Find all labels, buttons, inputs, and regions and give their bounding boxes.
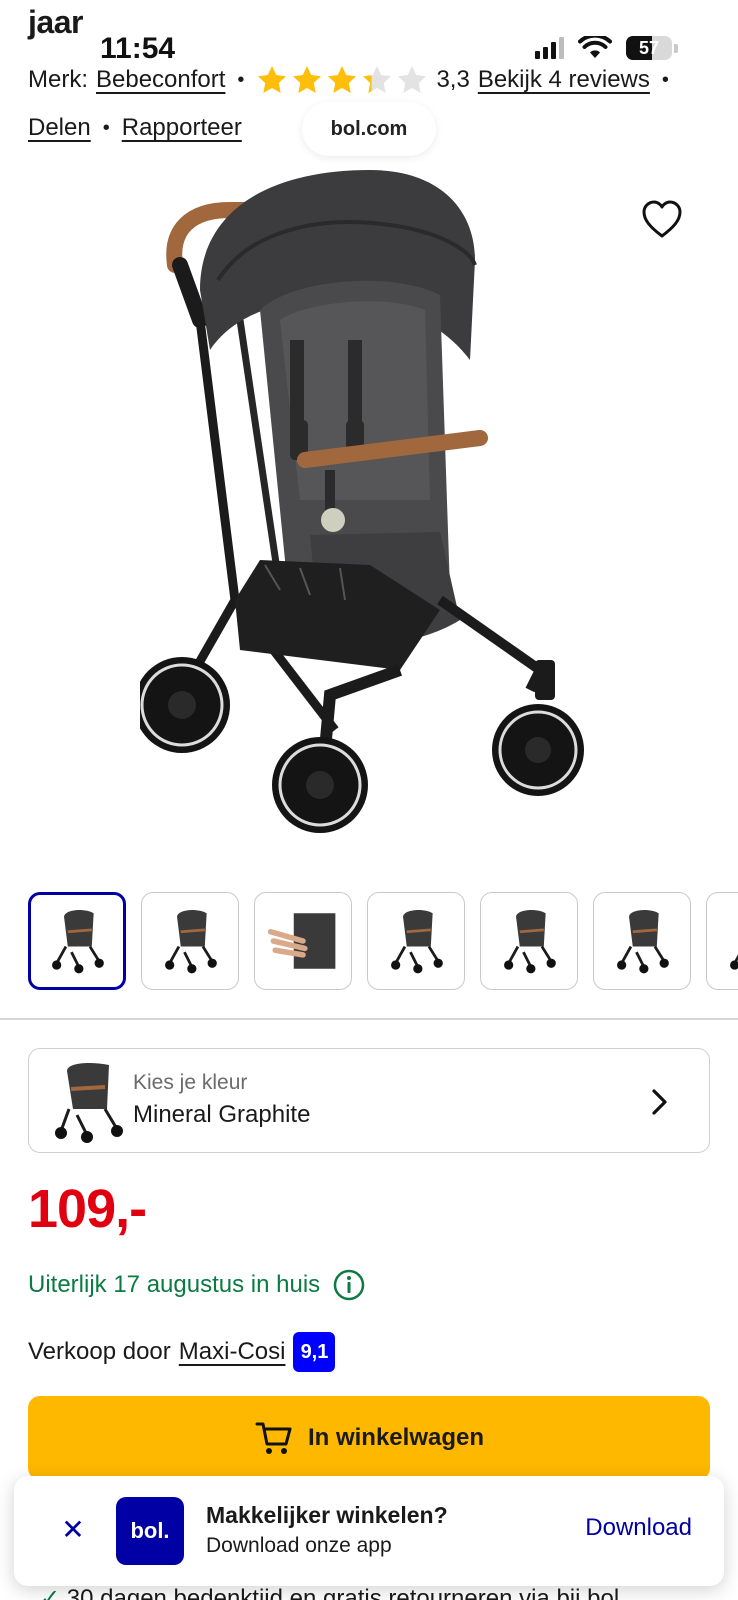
product-header: jaar 11:54 57 Merk: Bebeconfort • 3,3 Be… [0,0,738,162]
star-icon [398,66,427,93]
battery-icon: 57 [626,36,672,60]
battery-level: 57 [638,38,660,58]
image-thumbnail[interactable] [28,892,126,990]
share-link[interactable]: Delen [28,114,91,142]
stroller-thumbnail-image [52,910,104,974]
color-picker-label: Kies je kleur [133,1071,248,1094]
image-thumbnail[interactable] [367,892,465,990]
cellular-signal-icon [535,37,564,59]
image-thumbnail[interactable] [141,892,239,990]
product-image-stroller[interactable]: bebeconfort [140,170,600,860]
stroller-thumbnail-image [504,910,556,974]
product-actions-row: Delen • Rapporteer [28,114,242,142]
status-time: 11:54 [100,32,176,65]
seller-label: Verkoop door [28,1338,171,1365]
color-picker-value: Mineral Graphite [133,1101,311,1128]
star-icon [293,66,322,93]
product-title: jaar [28,4,83,40]
stroller-thumbnail-image [165,910,217,974]
browser-url-pill[interactable]: bol.com [302,102,436,156]
stroller-thumbnail-image [617,910,669,974]
star-icon [363,66,392,93]
image-thumbnail[interactable] [593,892,691,990]
bol-app-logo: bol. [116,1497,184,1565]
rating-stars [256,64,428,96]
chevron-right-icon [652,1089,667,1115]
footer-peek-text: ✓ 30 dagen bedenktijd en gratis retourne… [40,1584,619,1600]
stroller-thumbnail-image [391,910,443,974]
image-thumbnail-strip [28,892,738,992]
stroller-thumbnail-image [267,913,336,969]
favorite-heart-icon[interactable] [640,198,684,242]
star-icon [328,66,357,93]
delivery-info: Uiterlijk 17 augustus in huis [28,1268,366,1302]
add-to-cart-button[interactable]: In winkelwagen [28,1396,710,1480]
product-price: 109,- [28,1179,147,1239]
seller-info: Verkoop door Maxi-Cosi 9,1 [28,1332,336,1372]
product-meta-row: Merk: Bebeconfort • 3,3 Bekijk 4 reviews… [28,64,681,96]
app-banner-subtitle: Download onze app [206,1534,392,1557]
image-thumbnail[interactable] [254,892,352,990]
reviews-link[interactable]: Bekijk 4 reviews [478,66,650,94]
app-download-banner: ✕ bol. Makkelijker winkelen? Download on… [14,1476,724,1586]
color-option-thumbnail [55,1063,123,1143]
image-thumbnail[interactable] [706,892,738,990]
stroller-thumbnail-image [730,954,738,970]
separator-dot: • [237,68,245,91]
close-icon[interactable]: ✕ [56,1512,90,1546]
section-divider [0,1018,738,1020]
add-to-cart-label: In winkelwagen [307,1424,485,1451]
brand-label: Merk: [28,66,88,93]
report-link[interactable]: Rapporteer [122,114,242,142]
info-icon[interactable] [332,1268,366,1302]
image-thumbnail[interactable] [480,892,578,990]
status-icons: 57 [535,36,678,60]
seller-link[interactable]: Maxi-Cosi [179,1338,286,1366]
check-icon: ✓ [40,1585,61,1600]
separator-dot: • [102,116,110,139]
app-banner-title: Makkelijker winkelen? [206,1502,448,1528]
delivery-text: Uiterlijk 17 augustus in huis [28,1271,321,1298]
brand-link[interactable]: Bebeconfort [96,66,225,94]
wifi-icon [578,36,612,58]
cart-icon [255,1422,292,1454]
battery-tip [674,43,678,53]
star-icon [258,66,287,93]
download-app-link[interactable]: Download [585,1514,692,1542]
rating-value: 3,3 [436,66,470,93]
footer-peek-label: 30 dagen bedenktijd en gratis retournere… [66,1585,620,1600]
separator-dot: • [661,68,669,91]
color-picker-card[interactable]: Kies je kleur Mineral Graphite [28,1048,710,1153]
seller-score-badge: 9,1 [293,1332,336,1372]
